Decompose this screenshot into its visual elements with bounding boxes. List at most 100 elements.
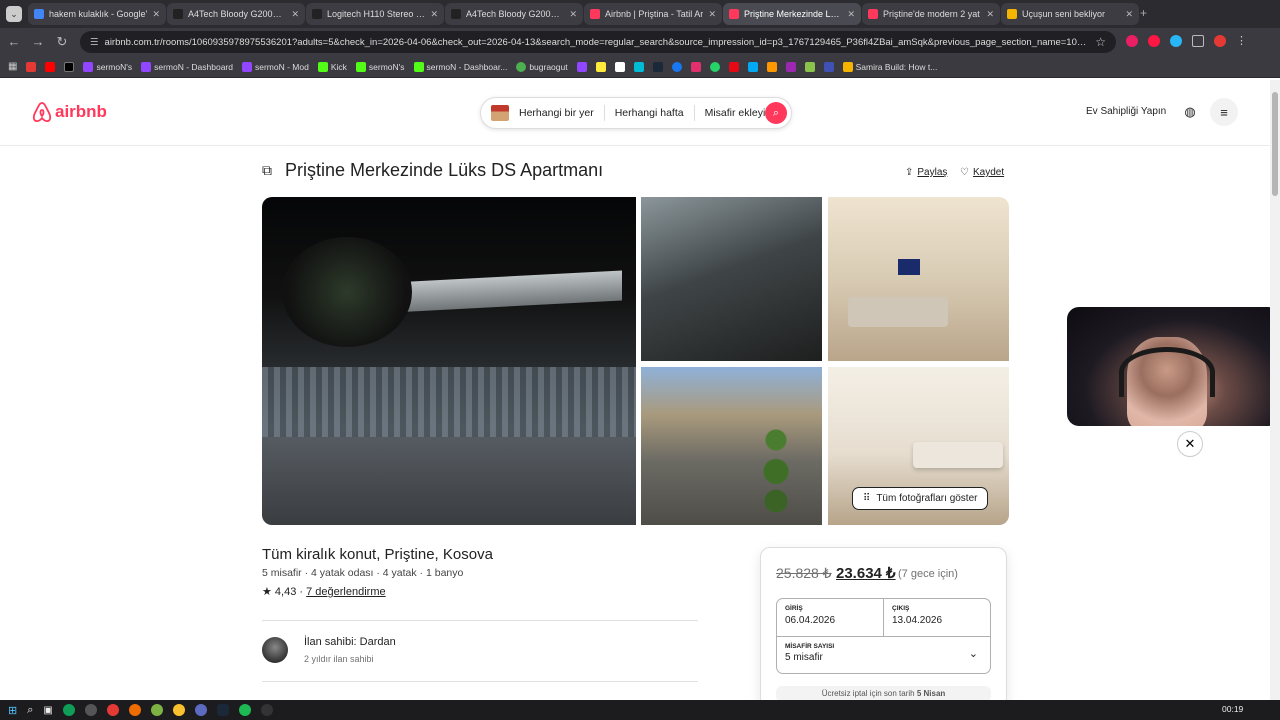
photo-main-terrace[interactable] (262, 197, 636, 525)
browser-tab[interactable]: hakem kulaklık - Google' ✕ (28, 3, 166, 25)
price-nights: (7 gece için) (898, 568, 958, 580)
extension-icon[interactable] (1148, 35, 1160, 47)
menu-icon[interactable]: ⋮ (1236, 35, 1247, 47)
back-icon[interactable]: ← (6, 34, 22, 49)
close-icon[interactable]: ✕ (152, 9, 160, 20)
bookmark-icon-only[interactable] (747, 61, 758, 72)
close-icon[interactable]: ✕ (291, 9, 299, 20)
steam-icon[interactable] (216, 704, 229, 716)
discounted-price[interactable]: 23.634 ₺ (836, 564, 896, 582)
browser-tab[interactable]: Logitech H110 Stereo Gri ✕ (306, 3, 444, 25)
spotify-icon[interactable] (238, 704, 251, 716)
guests-field[interactable]: MİSAFİR SAYISI 5 misafir ⌄ (777, 637, 990, 673)
url-input[interactable]: ☰ airbnb.com.tr/rooms/106093597897553620… (80, 31, 1116, 53)
photo-living-room[interactable] (828, 197, 1009, 361)
browser-tab[interactable]: Airbnb | Priştina - Tatil Ar ✕ (584, 3, 722, 25)
menu-button[interactable]: ≡ (1210, 98, 1238, 126)
bookmark-star-icon[interactable]: ☆ (1087, 35, 1106, 49)
bookmark-icon-only[interactable] (766, 61, 777, 72)
bookmark-icon-only[interactable] (785, 61, 796, 72)
show-all-photos-button[interactable]: ⠿ Tüm fotoğrafları göster (852, 487, 989, 510)
app-icon[interactable] (194, 704, 207, 716)
bookmark-icon-only[interactable] (709, 61, 720, 72)
checkout-field[interactable]: ÇIKIŞ 13.04.2026 (884, 599, 990, 637)
bookmark-icon-only[interactable] (652, 61, 663, 72)
puzzle-icon[interactable] (1192, 35, 1204, 47)
bookmark-item[interactable]: Samira Build: How t... (842, 61, 937, 72)
x-logo-icon[interactable]: ✕ (1177, 431, 1203, 457)
close-icon[interactable]: ✕ (847, 9, 855, 20)
search-button[interactable]: ⌕ (765, 102, 787, 124)
tab-favicon-icon (173, 9, 183, 19)
checkin-field[interactable]: GİRİŞ 06.04.2026 (777, 599, 884, 637)
browser-tab[interactable]: Priştine Merkezinde Lüks ✕ (723, 3, 861, 25)
save-button[interactable]: ♡ Kaydet (960, 167, 1004, 178)
photo-balcony[interactable] (641, 197, 822, 361)
start-icon[interactable]: ⊞ (8, 704, 17, 717)
airbnb-wordmark: airbnb (55, 102, 107, 121)
webcam-headset (1119, 347, 1215, 397)
close-icon[interactable]: ✕ (569, 9, 577, 20)
bookmark-item[interactable]: bugraogut (516, 61, 568, 72)
close-icon[interactable]: ✕ (708, 9, 716, 20)
close-icon[interactable]: ✕ (430, 9, 438, 20)
bookmark-item[interactable]: sermoN - Dashboard (141, 61, 233, 72)
airbnb-logo[interactable]: airbnb (32, 101, 107, 123)
bookmark-icon-only[interactable] (690, 61, 701, 72)
close-icon[interactable]: ✕ (986, 9, 994, 20)
reload-icon[interactable]: ↻ (54, 34, 70, 50)
browser-tab[interactable]: Priştine'de modern 2 yat ✕ (862, 3, 1000, 25)
bookmark-icon-only[interactable] (728, 61, 739, 72)
bookmark-item[interactable]: sermoN's (355, 61, 405, 72)
app-icon[interactable] (260, 704, 273, 716)
edge-icon[interactable] (62, 704, 75, 716)
x-bookmark[interactable] (64, 61, 75, 72)
profile-icon[interactable] (1214, 35, 1226, 47)
search-icon[interactable]: ⌕ (27, 704, 33, 717)
bookmark-icon-only[interactable] (823, 61, 834, 72)
chrome-icon[interactable] (172, 704, 185, 716)
bookmark-item[interactable]: sermoN - Mod (241, 61, 309, 72)
tab-search-dropdown[interactable]: ⌄ (6, 6, 22, 22)
reviews-link[interactable]: 7 değerlendirme (306, 586, 386, 598)
scrollbar-thumb[interactable] (1272, 92, 1278, 196)
youtube-bookmark[interactable] (45, 61, 56, 72)
bookmark-item[interactable]: sermoN's (83, 61, 132, 72)
apps-icon[interactable]: ▦ (8, 61, 17, 72)
bookmark-icon-only[interactable] (26, 61, 37, 72)
new-tab-icon[interactable]: + (1140, 6, 1147, 20)
bookmark-icon-only[interactable] (595, 61, 606, 72)
app-icon[interactable] (128, 704, 141, 716)
extension-icon[interactable] (1170, 35, 1182, 47)
globe-icon[interactable]: ◍ (1176, 98, 1204, 126)
photo-courtyard[interactable] (641, 367, 822, 525)
bookmark-icon-only[interactable] (576, 61, 587, 72)
host-avatar[interactable] (262, 637, 288, 663)
forward-icon[interactable]: → (30, 34, 46, 49)
checkin-value: 06.04.2026 (785, 615, 836, 626)
app-icon[interactable] (84, 704, 97, 716)
extension-icon[interactable] (1126, 35, 1138, 47)
host-link[interactable]: Ev Sahipliği Yapın (1086, 106, 1166, 117)
browser-tab[interactable]: A4Tech Bloody G200S Ka ✕ (167, 3, 305, 25)
browser-tab[interactable]: Uçuşun seni bekliyor ✕ (1001, 3, 1139, 25)
search-when[interactable]: Herhangi hafta (605, 107, 694, 119)
checkout-value: 13.04.2026 (892, 615, 943, 626)
share-button[interactable]: ⇪ Paylaş (905, 167, 947, 178)
opera-icon[interactable] (106, 704, 119, 716)
app-icon[interactable] (150, 704, 163, 716)
bookmark-icon-only[interactable] (633, 61, 644, 72)
close-icon[interactable]: ✕ (1125, 9, 1133, 20)
site-info-icon[interactable]: ☰ (90, 37, 99, 48)
tab-title: Logitech H110 Stereo Gri (327, 9, 426, 19)
bookmark-icon-only[interactable] (804, 61, 815, 72)
bookmark-icon-only[interactable] (614, 61, 625, 72)
search-bar[interactable]: Herhangi bir yer Herhangi hafta Misafir … (480, 97, 792, 129)
tab-title: A4Tech Bloody G200S Ka (188, 9, 287, 19)
bookmark-item[interactable]: Kick (317, 61, 347, 72)
search-where[interactable]: Herhangi bir yer (509, 107, 604, 119)
bookmark-icon-only[interactable] (671, 61, 682, 72)
browser-tab[interactable]: A4Tech Bloody G200S Ka ✕ (445, 3, 583, 25)
bookmark-item[interactable]: sermoN - Dashboar... (413, 61, 507, 72)
taskview-icon[interactable]: ▣ (43, 705, 52, 716)
